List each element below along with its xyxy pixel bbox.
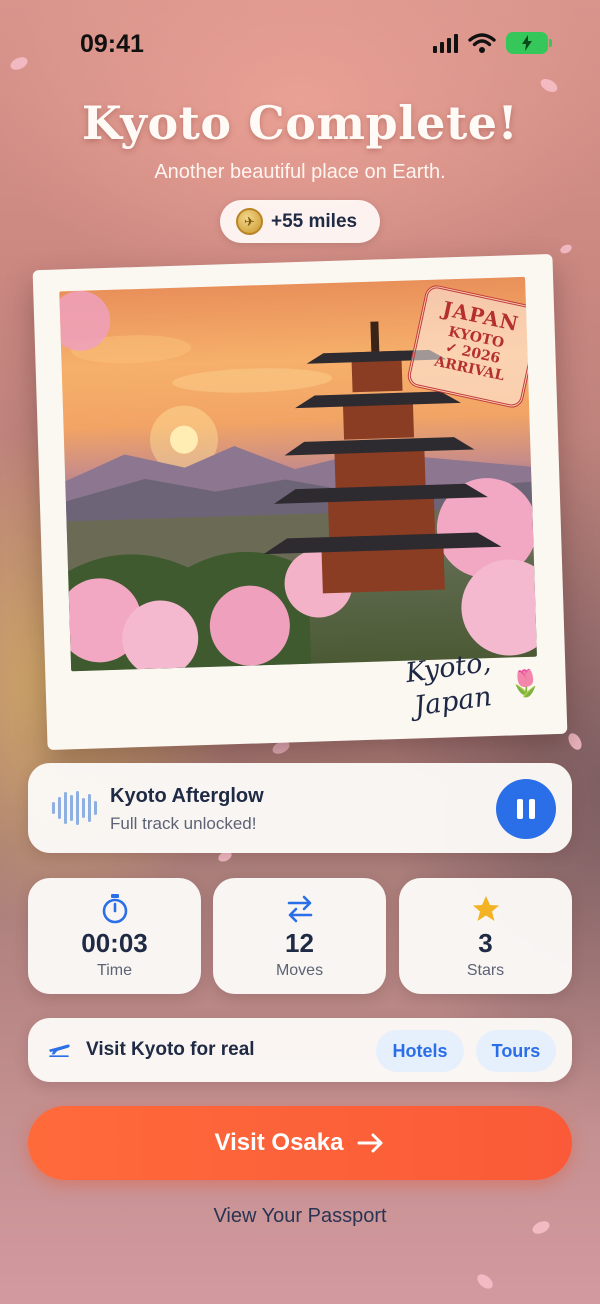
battery-charging-icon <box>506 32 552 54</box>
stat-card-moves: 12 Moves <box>213 878 386 994</box>
status-icons <box>433 32 552 54</box>
stat-value: 00:03 <box>81 928 148 958</box>
miles-badge: ✈ +55 miles <box>220 200 380 243</box>
petal-decoration <box>558 242 574 256</box>
stopwatch-icon <box>28 894 201 924</box>
status-bar: 09:41 <box>0 0 600 90</box>
status-time: 09:41 <box>80 30 144 58</box>
plane-icon <box>49 1044 70 1057</box>
track-status: Full track unlocked! <box>110 814 257 833</box>
postcard: JAPAN KYOTO ✓ 2026 ARRIVAL Kyoto, Japan … <box>32 253 568 751</box>
visit-osaka-label: Visit Osaka <box>214 1129 344 1156</box>
coin-icon: ✈ <box>236 208 263 235</box>
swap-arrows-icon <box>213 894 386 924</box>
view-passport-link[interactable]: View Your Passport <box>0 1205 600 1228</box>
visit-osaka-button[interactable]: Visit Osaka <box>28 1106 572 1180</box>
pause-icon <box>517 799 523 819</box>
visit-real-label: Visit Kyoto for real <box>86 1039 255 1060</box>
star-icon <box>399 894 572 924</box>
kyoto-pagoda-photo: JAPAN KYOTO ✓ 2026 ARRIVAL <box>59 276 537 672</box>
stat-label: Stars <box>466 962 505 979</box>
stat-label: Time <box>97 962 132 979</box>
tours-button[interactable]: Tours <box>476 1030 556 1072</box>
arrow-right-icon <box>357 1133 383 1153</box>
postcard-caption: Kyoto, Japan <box>404 646 494 723</box>
page-subtitle: Another beautiful place on Earth. <box>154 161 446 183</box>
cellular-signal-icon <box>433 33 458 53</box>
audio-wave-icon <box>52 791 97 825</box>
track-name: Kyoto Afterglow <box>110 785 264 807</box>
visit-real-card: Visit Kyoto for real Hotels Tours <box>28 1018 572 1082</box>
page-title: Kyoto Complete! <box>81 96 519 150</box>
petal-decoration <box>565 730 585 753</box>
tulip-icon: 🌷 <box>508 667 543 699</box>
pause-button[interactable] <box>496 779 556 839</box>
petal-decoration <box>474 1271 496 1292</box>
music-player-card: Kyoto Afterglow Full track unlocked! <box>28 763 572 853</box>
hotels-button[interactable]: Hotels <box>376 1030 464 1072</box>
stat-label: Moves <box>275 962 324 979</box>
stat-value: 12 <box>285 928 314 958</box>
stat-card-time: 00:03 Time <box>28 878 201 994</box>
stat-card-stars: 3 Stars <box>399 878 572 994</box>
stat-value: 3 <box>478 928 493 958</box>
wifi-icon <box>468 33 496 53</box>
miles-text: +55 miles <box>271 210 358 232</box>
